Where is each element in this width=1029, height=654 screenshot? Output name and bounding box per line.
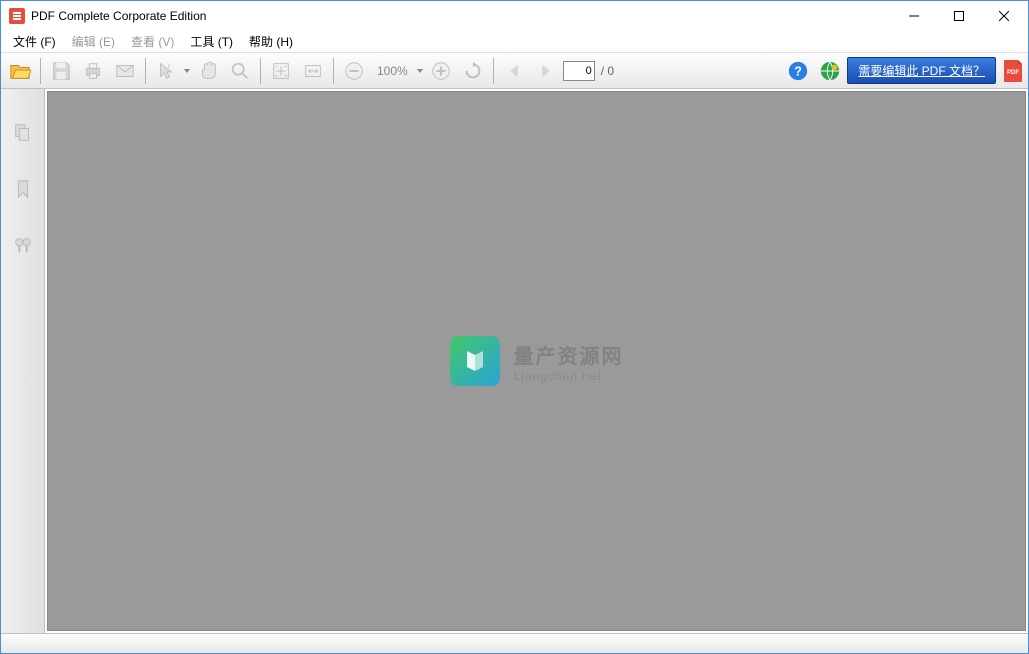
nav-forward-button [531,56,561,86]
watermark-logo-icon [450,336,500,386]
thumbnails-panel-button[interactable] [9,119,37,147]
hand-tool-button [193,56,223,86]
main-area: 量产资源网 Liangchan.net [1,89,1028,633]
web-button[interactable] [815,56,845,86]
mail-button [110,56,140,86]
fit-page-button [266,56,296,86]
menu-tools[interactable]: 工具 (T) [182,31,241,52]
menu-view: 查看 (V) [123,31,182,52]
menu-edit: 编辑 (E) [64,31,123,52]
window-title: PDF Complete Corporate Edition [31,9,891,23]
search-panel-button[interactable] [9,231,37,259]
svg-text:?: ? [794,63,802,78]
menu-file[interactable]: 文件 (F) [5,31,64,52]
nav-back-button [499,56,529,86]
edit-pdf-promo-button[interactable]: 需要编辑此 PDF 文档？ [847,57,996,84]
select-tool-dropdown[interactable] [183,69,191,73]
watermark: 量产资源网 Liangchan.net [450,336,624,386]
menubar: 文件 (F) 编辑 (E) 查看 (V) 工具 (T) 帮助 (H) [1,31,1028,53]
select-tool-button: I [151,56,181,86]
toolbar: I 100% / 0 ? 需要编辑此 PDF 文档？ PDF [1,53,1028,89]
watermark-title: 量产资源网 [514,340,624,369]
statusbar [1,633,1028,653]
sidebar [1,89,45,633]
app-icon [9,8,25,24]
titlebar: PDF Complete Corporate Edition [1,1,1028,31]
svg-text:I: I [168,61,170,70]
fit-width-button [298,56,328,86]
document-viewport[interactable]: 量产资源网 Liangchan.net [47,91,1026,631]
menu-help[interactable]: 帮助 (H) [241,31,301,52]
close-button[interactable] [981,2,1026,31]
save-button [46,56,76,86]
page-total-label: / 0 [597,64,618,78]
page-number-input[interactable] [563,61,595,81]
print-button [78,56,108,86]
minimize-button[interactable] [891,2,936,31]
svg-text:PDF: PDF [1007,70,1019,76]
help-button[interactable]: ? [783,56,813,86]
bookmarks-panel-button[interactable] [9,175,37,203]
rotate-button [458,56,488,86]
watermark-subtitle: Liangchan.net [514,369,624,383]
zoom-out-button [339,56,369,86]
maximize-button[interactable] [936,2,981,31]
zoom-dropdown[interactable] [416,69,424,73]
zoom-percent-label: 100% [371,64,414,78]
search-button [225,56,255,86]
pdf-icon: PDF [1002,58,1024,84]
open-button[interactable] [5,56,35,86]
zoom-in-button [426,56,456,86]
